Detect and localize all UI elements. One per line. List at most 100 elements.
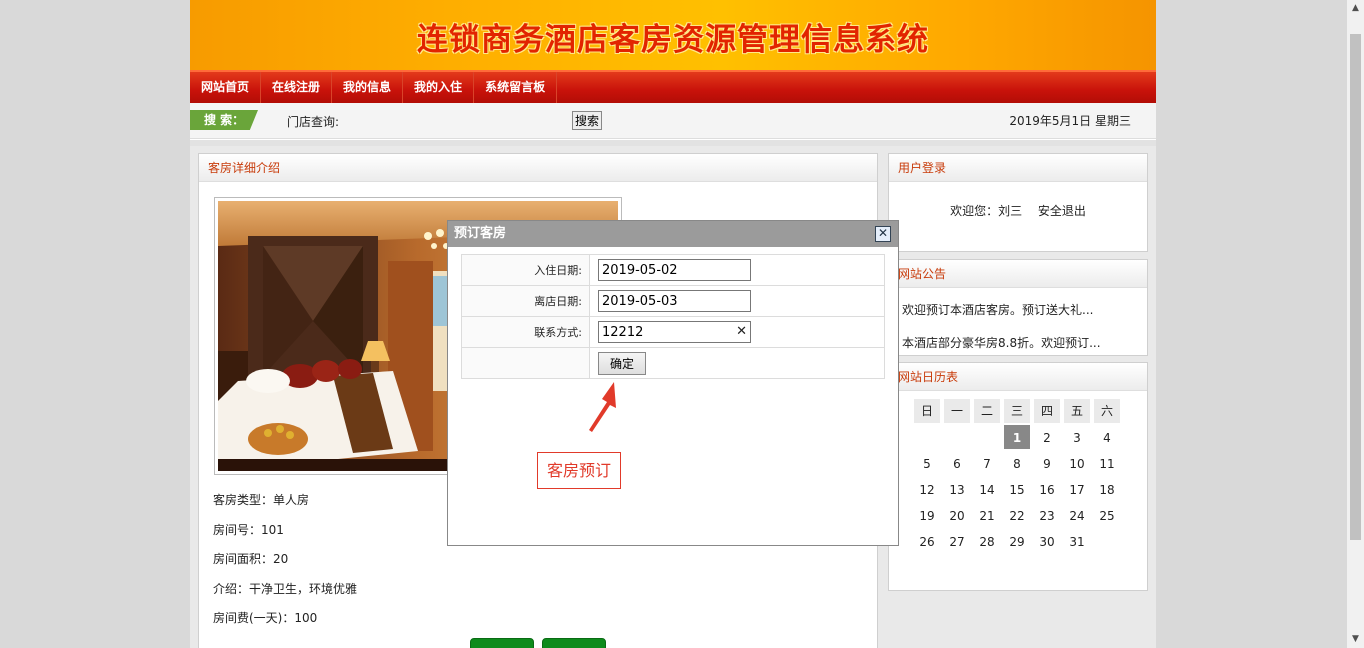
scroll-up-icon[interactable]: ▲ — [1347, 0, 1364, 17]
calendar-day[interactable]: 27 — [944, 529, 970, 553]
room-intro: 介绍：干净卫生，环境优雅 — [213, 582, 358, 596]
weekday-label: 日 — [914, 399, 940, 423]
calendar-weekdays: 日 一 二 三 四 五 六 — [914, 399, 1124, 423]
calendar-day[interactable]: 30 — [1034, 529, 1060, 553]
weekday-label: 四 — [1034, 399, 1060, 423]
calendar-day[interactable]: 26 — [914, 529, 940, 553]
calendar-day[interactable]: 7 — [974, 451, 1000, 475]
calendar-empty-day — [914, 425, 940, 449]
calendar-week: 12 13 14 15 16 17 18 — [914, 477, 1124, 501]
scroll-down-icon[interactable]: ▼ — [1347, 631, 1364, 648]
room-type: 客房类型：单人房 — [213, 493, 310, 507]
calendar-week: 26 27 28 29 30 31 — [914, 529, 1124, 553]
calendar-day[interactable]: 20 — [944, 503, 970, 527]
calendar-day[interactable]: 31 — [1064, 529, 1090, 553]
current-date: 2019年5月1日 星期三 — [1009, 114, 1131, 128]
calendar-day[interactable]: 9 — [1034, 451, 1060, 475]
dialog-title: 预订客房 — [448, 221, 898, 247]
calendar-day[interactable]: 25 — [1094, 503, 1120, 527]
calendar-day[interactable]: 18 — [1094, 477, 1120, 501]
search-bar: 搜 索： 门店查询: 搜索 2019年5月1日 星期三 — [190, 103, 1156, 139]
weekday-label: 五 — [1064, 399, 1090, 423]
notice-panel-title: 网站公告 — [889, 260, 1147, 288]
checkin-label: 入住日期: — [461, 254, 590, 286]
calendar-day[interactable]: 24 — [1064, 503, 1090, 527]
login-panel-title: 用户登录 — [889, 154, 1147, 182]
calendar-day[interactable]: 1 — [1004, 425, 1030, 449]
room-number: 房间号：101 — [213, 523, 284, 537]
calendar-day[interactable]: 14 — [974, 477, 1000, 501]
notice-panel: 网站公告 欢迎预订本酒店客房。预订送大礼... 本酒店部分豪华房8.8折。欢迎预… — [888, 259, 1148, 356]
calendar-day[interactable]: 21 — [974, 503, 1000, 527]
calendar-day[interactable]: 2 — [1034, 425, 1060, 449]
calendar-day[interactable]: 3 — [1064, 425, 1090, 449]
store-query-label: 门店查询: — [287, 115, 340, 129]
calendar-day[interactable]: 23 — [1034, 503, 1060, 527]
room-panel-title: 客房详细介绍 — [199, 154, 877, 182]
calendar-week: 19 20 21 22 23 24 25 — [914, 503, 1124, 527]
site-banner: 连锁商务酒店客房资源管理信息系统 — [190, 0, 1156, 70]
annotation-arrow-icon — [589, 382, 616, 432]
calendar-empty-day — [944, 425, 970, 449]
nav-item-my-info[interactable]: 我的信息 — [332, 72, 404, 103]
calendar-day[interactable]: 29 — [1004, 529, 1030, 553]
calendar-day[interactable]: 11 — [1094, 451, 1120, 475]
clear-icon[interactable]: ✕ — [736, 324, 747, 339]
calendar-day[interactable]: 4 — [1094, 425, 1120, 449]
contact-field: ✕ — [598, 321, 751, 343]
login-panel: 用户登录 欢迎您：刘三 安全退出 — [888, 153, 1148, 252]
calendar-day[interactable]: 19 — [914, 503, 940, 527]
welcome-text: 欢迎您：刘三 — [950, 204, 1023, 218]
calendar-week: 1234 — [914, 425, 1124, 449]
contact-label: 联系方式: — [461, 316, 590, 348]
nav-item-message-board[interactable]: 系统留言板 — [474, 72, 558, 103]
checkin-date-input[interactable] — [598, 259, 751, 281]
empty-cell — [461, 347, 590, 379]
notice-item[interactable]: 本酒店部分豪华房8.8折。欢迎预订... — [889, 334, 1147, 351]
confirm-button[interactable]: 确定 — [598, 351, 646, 375]
page-scrollbar[interactable]: ▲ ▼ — [1347, 0, 1364, 648]
search-button[interactable]: 搜索 — [572, 111, 603, 130]
room-area: 房间面积：20 — [213, 552, 289, 566]
weekday-label: 六 — [1094, 399, 1120, 423]
weekday-label: 一 — [944, 399, 970, 423]
main-nav: 网站首页 在线注册 我的信息 我的入住 系统留言板 — [190, 70, 1156, 103]
calendar-day[interactable]: 6 — [944, 451, 970, 475]
close-icon[interactable]: ✕ — [875, 226, 891, 242]
calendar-day[interactable]: 15 — [1004, 477, 1030, 501]
calendar-panel-title: 网站日历表 — [889, 363, 1147, 391]
calendar-day[interactable]: 8 — [1004, 451, 1030, 475]
booking-form: 入住日期: 离店日期: 联系方式: ✕ 确定 — [461, 254, 885, 379]
calendar-day[interactable]: 5 — [914, 451, 940, 475]
weekday-label: 三 — [1004, 399, 1030, 423]
calendar-day[interactable]: 13 — [944, 477, 970, 501]
login-status: 欢迎您：刘三 安全退出 — [889, 202, 1147, 219]
calendar-week: 5 6 7 8 9 10 11 — [914, 451, 1124, 475]
nav-item-home[interactable]: 网站首页 — [190, 72, 262, 103]
nav-item-my-checkin[interactable]: 我的入住 — [403, 72, 475, 103]
scroll-thumb[interactable] — [1350, 34, 1361, 540]
search-tag: 搜 索： — [190, 110, 258, 130]
calendar-empty-day — [1094, 529, 1120, 553]
calendar-day[interactable]: 28 — [974, 529, 1000, 553]
booking-dialog: 预订客房 ✕ 入住日期: 离店日期: 联系方式: ✕ 确定 — [447, 220, 899, 546]
calendar-day[interactable]: 12 — [914, 477, 940, 501]
calendar-days: 1 2 3 4 5 6 7 8 9 10 11 12 13 14 15 16 17 18 19 20 21 22 23 24 2… — [914, 425, 1124, 553]
calendar-empty-day — [974, 425, 1000, 449]
site-title: 连锁商务酒店客房资源管理信息系统 — [417, 22, 929, 58]
logout-link[interactable]: 安全退出 — [1038, 204, 1086, 218]
checkout-label: 离店日期: — [461, 285, 590, 317]
contact-input[interactable] — [598, 321, 751, 343]
calendar-panel: 网站日历表 日 一 二 三 四 五 六 1 2 3 4 5 6 7 8 9 10 11 12 13 14 1… — [888, 362, 1148, 591]
room-price: 房间费(一天)：100 — [213, 611, 318, 625]
notice-item[interactable]: 欢迎预订本酒店客房。预订送大礼... — [889, 301, 1147, 318]
calendar-day[interactable]: 17 — [1064, 477, 1090, 501]
calendar-day[interactable]: 10 — [1064, 451, 1090, 475]
calendar-day[interactable]: 22 — [1004, 503, 1030, 527]
back-button[interactable] — [542, 638, 606, 648]
checkout-date-input[interactable] — [598, 290, 751, 312]
weekday-label: 二 — [974, 399, 1000, 423]
book-button[interactable] — [470, 638, 534, 648]
calendar-day[interactable]: 16 — [1034, 477, 1060, 501]
nav-item-register[interactable]: 在线注册 — [261, 72, 333, 103]
